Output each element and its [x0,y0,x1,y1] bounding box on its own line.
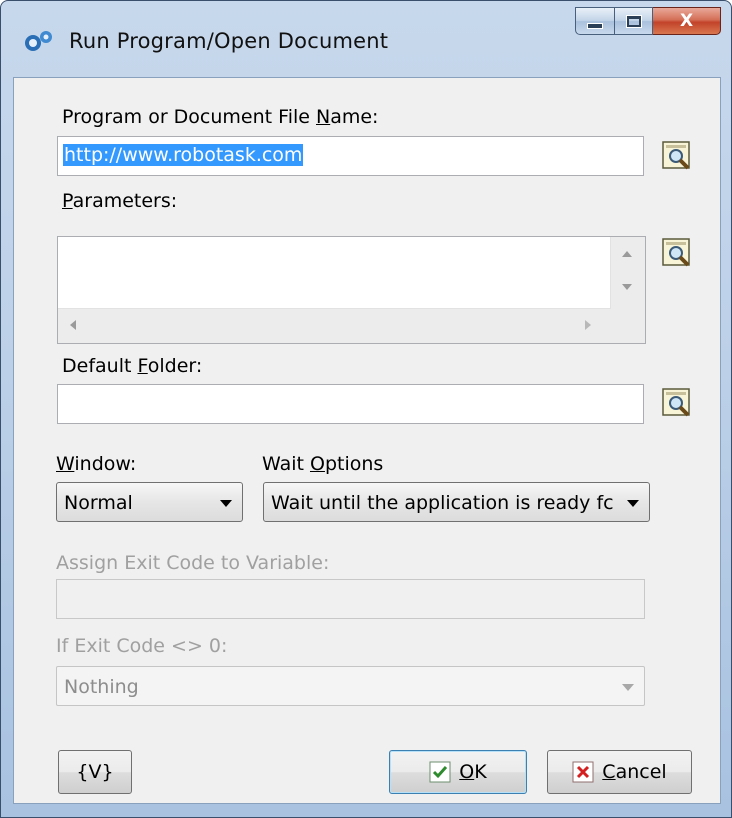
program-input[interactable]: http://www.robotask.com [57,136,644,176]
variables-button[interactable]: {V} [58,750,132,794]
program-browse-button[interactable] [660,139,696,173]
wait-options-label: Wait Options [262,453,384,475]
program-label: Program or Document File Name: [62,106,379,128]
if-exit-code-value: Nothing [64,676,139,698]
window-mode-label: Window: [56,453,137,475]
minimize-icon [587,23,603,29]
chevron-down-icon [622,684,634,691]
wait-options-value: Wait until the application is ready fc [271,492,613,514]
wait-options-select[interactable]: Wait until the application is ready fc [263,482,650,522]
cancel-x-icon [572,761,594,783]
browse-icon [662,238,690,267]
if-exit-code-label: If Exit Code <> 0: [56,635,228,657]
scroll-corner [611,309,645,343]
dialog-window: Run Program/Open Document X Program or D… [0,0,732,818]
scroll-down-icon[interactable] [622,284,632,290]
check-icon [429,761,451,783]
window-controls: X [575,7,721,37]
chevron-down-icon [220,500,232,507]
window-title: Run Program/Open Document [69,29,389,53]
variables-button-label: {V} [76,761,114,783]
maximize-icon [625,14,642,28]
robotask-app-icon [25,31,52,51]
window-mode-value: Normal [64,492,133,514]
exit-code-label: Assign Exit Code to Variable: [56,552,330,574]
maximize-button[interactable] [615,7,653,35]
minimize-button[interactable] [575,7,615,35]
title-bar[interactable]: Run Program/Open Document X [1,1,731,77]
ok-button[interactable]: OK [389,750,527,794]
window-mode-select[interactable]: Normal [56,482,243,522]
parameters-horizontal-scrollbar[interactable] [58,308,611,343]
ok-button-label: OK [459,761,487,783]
parameters-textarea[interactable] [57,236,646,344]
program-value: http://www.robotask.com [63,144,304,166]
cancel-button[interactable]: Cancel [547,750,692,794]
parameters-vertical-scrollbar[interactable] [610,237,645,309]
parameters-browse-button[interactable] [660,236,696,270]
dialog-body: Program or Document File Name: http://ww… [13,77,721,804]
cancel-button-label: Cancel [602,761,667,783]
close-button[interactable]: X [653,7,721,35]
if-exit-code-select[interactable]: Nothing [56,666,645,706]
scroll-left-icon[interactable] [70,320,76,330]
browse-icon [662,141,690,170]
parameters-label: Parameters: [62,190,178,212]
folder-input[interactable] [57,384,644,424]
folder-browse-button[interactable] [660,386,696,420]
scroll-right-icon[interactable] [585,320,591,330]
chevron-down-icon [627,500,639,507]
scroll-up-icon[interactable] [622,251,632,257]
close-icon: X [679,11,694,31]
browse-icon [662,388,690,417]
folder-label: Default Folder: [62,355,203,377]
exit-code-input[interactable] [56,579,645,619]
